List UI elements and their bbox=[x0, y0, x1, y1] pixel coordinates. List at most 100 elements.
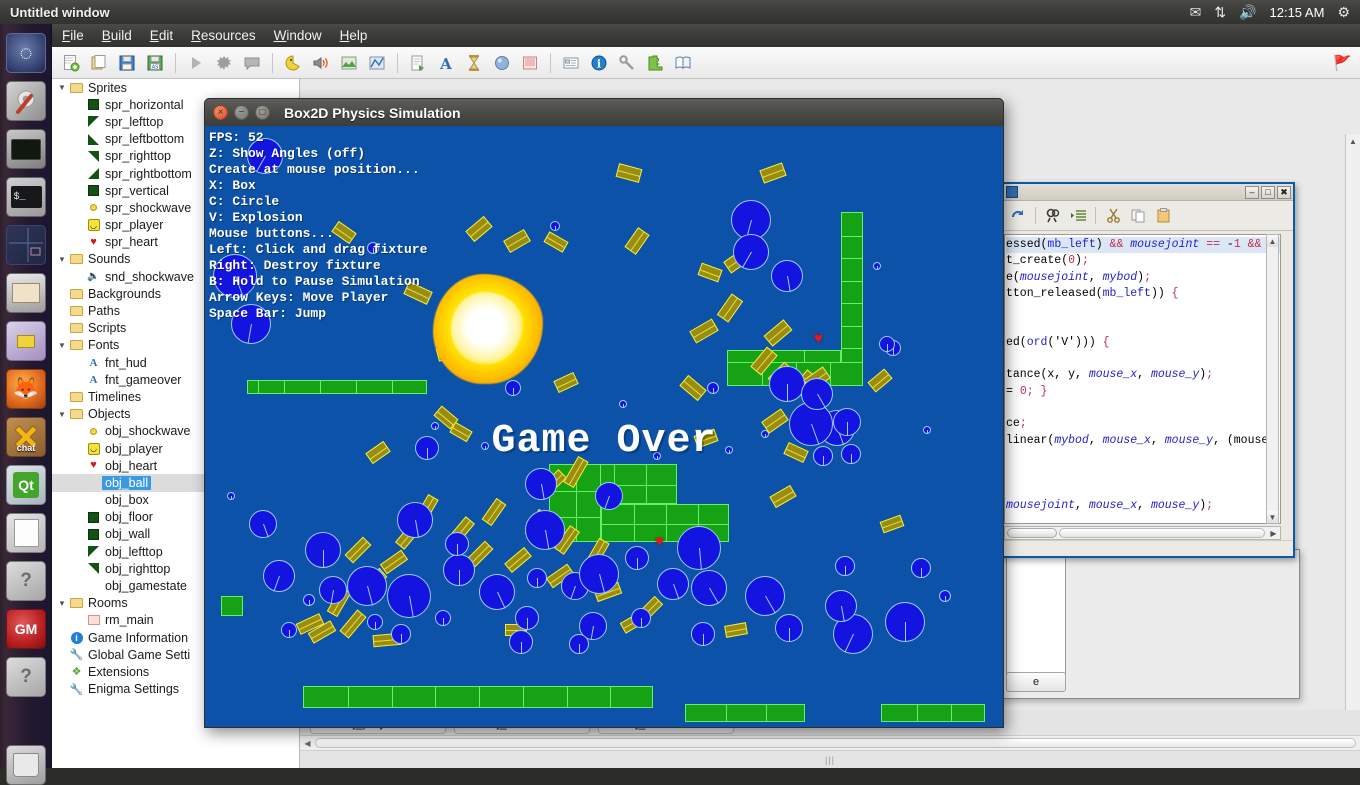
menu-edit[interactable]: Edit bbox=[150, 28, 173, 43]
physics-box[interactable] bbox=[379, 549, 409, 575]
info-button[interactable]: i bbox=[586, 50, 612, 76]
firefox-icon[interactable]: 🦊 bbox=[6, 369, 46, 409]
physics-box[interactable] bbox=[879, 514, 905, 534]
expand-toggle[interactable]: ▼ bbox=[56, 255, 68, 264]
properties-ok-button[interactable]: e bbox=[1006, 672, 1066, 692]
code-horizontal-scrollbar[interactable]: ▶ bbox=[1004, 526, 1281, 540]
volume-icon[interactable]: 🔊 bbox=[1239, 5, 1256, 19]
scroll-track[interactable] bbox=[1059, 528, 1265, 538]
physics-box[interactable] bbox=[503, 228, 531, 254]
physics-ball[interactable] bbox=[835, 556, 855, 576]
add-timeline-button[interactable] bbox=[461, 50, 487, 76]
physics-box[interactable] bbox=[697, 262, 723, 283]
lateralgm-icon[interactable]: ? bbox=[6, 657, 46, 697]
network-icon[interactable]: ⇅ bbox=[1214, 5, 1226, 19]
close-button[interactable]: × bbox=[213, 105, 228, 120]
physics-ball[interactable] bbox=[771, 260, 803, 292]
extensions-button[interactable] bbox=[642, 50, 668, 76]
physics-ball[interactable] bbox=[939, 590, 951, 602]
qt-creator-icon[interactable]: Qt bbox=[6, 465, 46, 505]
heart-object[interactable]: ♥ bbox=[814, 331, 823, 346]
physics-ball[interactable] bbox=[505, 380, 521, 396]
physics-ball[interactable] bbox=[769, 366, 805, 402]
physics-ball[interactable] bbox=[885, 602, 925, 642]
code-window-titlebar[interactable]: – □ ✖ bbox=[1002, 184, 1293, 201]
physics-ball[interactable] bbox=[319, 576, 347, 604]
physics-ball[interactable] bbox=[569, 634, 589, 654]
physics-ball[interactable] bbox=[525, 468, 557, 500]
physics-ball[interactable] bbox=[550, 221, 560, 231]
scroll-right-arrow[interactable]: ▶ bbox=[1267, 529, 1280, 538]
code-editor-text[interactable]: essed(mb_left) && mousejoint == -1 && t_c… bbox=[1004, 234, 1281, 524]
physics-ball[interactable] bbox=[879, 336, 895, 352]
find-icon[interactable] bbox=[1042, 205, 1064, 227]
code-vertical-scrollbar[interactable]: ▲ ▼ bbox=[1266, 234, 1279, 524]
add-font-button[interactable]: A bbox=[433, 50, 459, 76]
add-object-button[interactable] bbox=[489, 50, 515, 76]
system-settings-icon[interactable] bbox=[6, 81, 46, 121]
physics-ball[interactable] bbox=[509, 630, 533, 654]
physics-ball[interactable] bbox=[263, 560, 295, 592]
physics-ball[interactable] bbox=[745, 576, 785, 616]
add-path-button[interactable] bbox=[364, 50, 390, 76]
physics-ball[interactable] bbox=[801, 378, 833, 410]
simulation-canvas[interactable]: FPS: 52 Z: Show Angles (off) Create at m… bbox=[204, 126, 1004, 728]
physics-ball[interactable] bbox=[825, 590, 857, 622]
chat-icon[interactable]: chat bbox=[6, 417, 46, 457]
physics-box[interactable] bbox=[769, 484, 797, 509]
physics-ball[interactable] bbox=[775, 614, 803, 642]
physics-ball[interactable] bbox=[303, 594, 315, 606]
physics-box[interactable] bbox=[867, 368, 893, 393]
save-as-button[interactable]: AS bbox=[142, 50, 168, 76]
scroll-thumb[interactable] bbox=[1007, 528, 1057, 538]
physics-box[interactable] bbox=[504, 547, 532, 573]
physics-box[interactable] bbox=[716, 293, 744, 323]
trash-icon[interactable] bbox=[6, 745, 46, 785]
obj-ball-code-window[interactable]: – □ ✖ essed(mb_left) && mousejoint == -1… bbox=[1000, 182, 1295, 558]
add-script-button[interactable] bbox=[405, 50, 431, 76]
menu-resources[interactable]: Resources bbox=[191, 28, 256, 43]
physics-ball[interactable] bbox=[515, 606, 539, 630]
undo-icon[interactable] bbox=[1007, 205, 1029, 227]
maximize-button[interactable]: □ bbox=[255, 105, 270, 120]
new-file-button[interactable] bbox=[58, 50, 84, 76]
menu-build[interactable]: Build bbox=[102, 28, 132, 43]
expand-toggle[interactable]: ▼ bbox=[56, 599, 68, 608]
box2d-simulation-window[interactable]: × − □ Box2D Physics Simulation FPS: 52 Z… bbox=[204, 98, 1004, 728]
gear-icon[interactable]: ⚙ bbox=[1337, 5, 1350, 19]
add-background-button[interactable] bbox=[336, 50, 362, 76]
physics-box[interactable] bbox=[481, 497, 507, 527]
physics-box[interactable] bbox=[615, 163, 643, 183]
files-icon[interactable] bbox=[6, 273, 46, 313]
physics-ball[interactable] bbox=[625, 546, 649, 570]
physics-ball[interactable] bbox=[691, 570, 727, 606]
physics-ball[interactable] bbox=[281, 622, 297, 638]
physics-box[interactable] bbox=[543, 231, 569, 253]
physics-ball[interactable] bbox=[911, 558, 931, 578]
physics-ball[interactable] bbox=[305, 532, 341, 568]
unknown-app-icon[interactable]: ? bbox=[6, 561, 46, 601]
physics-ball[interactable] bbox=[707, 382, 719, 394]
maximize-button[interactable]: □ bbox=[1261, 185, 1275, 199]
scroll-up-arrow[interactable]: ▲ bbox=[1267, 235, 1278, 247]
physics-box[interactable] bbox=[344, 536, 372, 564]
manual-button[interactable] bbox=[670, 50, 696, 76]
physics-ball[interactable] bbox=[527, 568, 547, 588]
physics-ball[interactable] bbox=[479, 574, 515, 610]
compile-button[interactable] bbox=[239, 50, 265, 76]
global-game-settings-button[interactable] bbox=[614, 50, 640, 76]
terminal-icon[interactable]: $_ bbox=[6, 177, 46, 217]
paste-icon[interactable] bbox=[1152, 205, 1174, 227]
obj-ball-properties-window[interactable]: e bbox=[1000, 549, 1300, 699]
software-center-icon[interactable] bbox=[6, 321, 46, 361]
indent-icon[interactable] bbox=[1067, 205, 1089, 227]
physics-ball[interactable] bbox=[657, 568, 689, 600]
game-information-button[interactable] bbox=[558, 50, 584, 76]
physics-ball[interactable] bbox=[391, 624, 411, 644]
physics-ball[interactable] bbox=[733, 234, 769, 270]
physics-ball[interactable] bbox=[677, 526, 721, 570]
physics-ball[interactable] bbox=[227, 492, 235, 500]
physics-ball[interactable] bbox=[445, 532, 469, 556]
physics-ball[interactable] bbox=[873, 262, 881, 270]
scroll-down-arrow[interactable]: ▼ bbox=[1267, 511, 1278, 523]
